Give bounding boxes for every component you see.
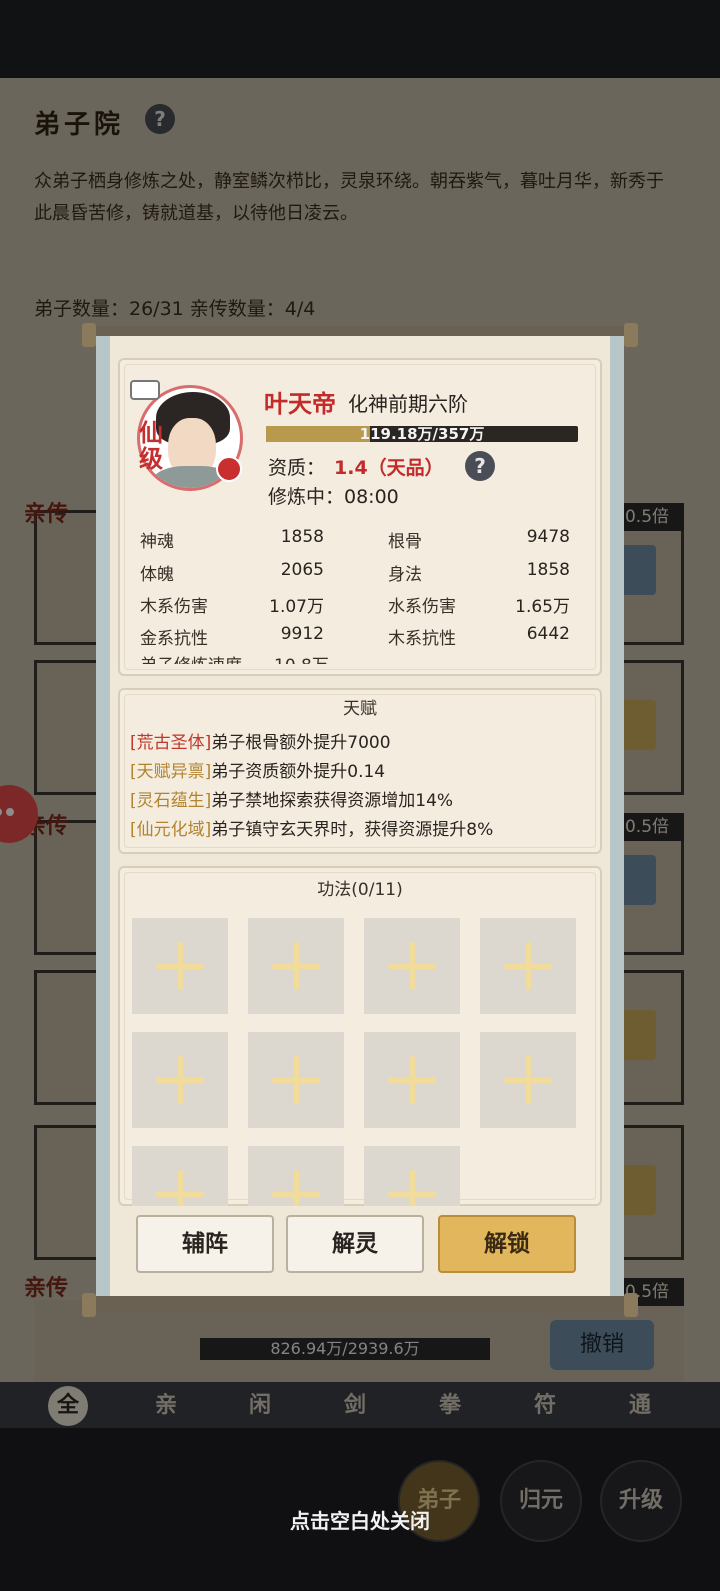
stat-label: 木系伤害 xyxy=(140,597,208,617)
talent-row: [荒古圣体]弟子根骨额外提升7000 xyxy=(130,728,391,753)
talent-row: [天赋异禀]弟子资质额外提升0.14 xyxy=(130,757,385,782)
quality-value: 1.4（天品） xyxy=(334,457,444,479)
skill-slot-add[interactable] xyxy=(364,1146,460,1206)
talent-text: 弟子资质额外提升0.14 xyxy=(211,762,386,782)
stat-label: 神魂 xyxy=(140,532,174,552)
talent-tag: [天赋异禀] xyxy=(130,762,212,782)
stat-value: 1.65万 xyxy=(515,597,570,617)
scroll-edge-left xyxy=(96,336,110,1311)
cultivation-status: 修炼中：08:00 xyxy=(268,486,399,508)
release-button[interactable]: 解灵 xyxy=(286,1215,424,1273)
avatar-badge-icon xyxy=(130,380,160,400)
talent-tag: [灵石蕴生] xyxy=(130,791,212,811)
talent-text: 弟子禁地探索获得资源增加14% xyxy=(211,791,454,811)
skill-slot-add[interactable] xyxy=(364,918,460,1014)
stat-value: 1858 xyxy=(280,527,324,547)
stat-label: 弟子修炼速度 xyxy=(140,654,242,664)
stat-label: 金系抗性 xyxy=(140,629,208,649)
stat-label: 木系抗性 xyxy=(388,629,456,649)
stat-value: 1858 xyxy=(526,560,570,580)
unlock-button[interactable]: 解锁 xyxy=(438,1215,576,1273)
scroll-edge-right xyxy=(610,336,624,1311)
skill-slot-add[interactable] xyxy=(248,1032,344,1128)
quality-label: 资质： xyxy=(268,457,326,479)
skill-slot-add[interactable] xyxy=(480,918,576,1014)
skill-slot-add[interactable] xyxy=(132,1146,228,1206)
skill-slot-grid xyxy=(118,900,602,1206)
skill-slot-add[interactable] xyxy=(248,918,344,1014)
skill-slot-add[interactable] xyxy=(480,1032,576,1128)
skill-slot-add[interactable] xyxy=(132,918,228,1014)
stat-value: 10.8万 xyxy=(274,654,329,664)
talent-row: [仙元化域]弟子镇守玄天界时，获得资源提升8% xyxy=(130,815,493,840)
talent-title: 天赋 xyxy=(343,699,377,719)
close-hint[interactable]: 点击空白处关闭 xyxy=(0,1505,720,1534)
exp-text: 119.18万/357万 xyxy=(359,425,485,443)
talent-tag: [荒古圣体] xyxy=(130,733,212,753)
quality-help-icon[interactable]: ? xyxy=(465,451,495,481)
talent-row: [灵石蕴生]弟子禁地探索获得资源增加14% xyxy=(130,786,453,811)
disciple-name: 叶天帝 xyxy=(264,390,336,418)
stat-value: 2065 xyxy=(280,560,324,580)
stat-label: 体魄 xyxy=(140,565,174,585)
talent-text: 弟子镇守玄天界时，获得资源提升8% xyxy=(211,820,494,840)
scroll-rod-bottom xyxy=(82,1293,638,1317)
stat-value: 9478 xyxy=(526,527,570,547)
skill-slot-add[interactable] xyxy=(364,1032,460,1128)
element-icon xyxy=(216,456,242,482)
stat-label: 身法 xyxy=(388,565,422,585)
stat-row-clipped: 弟子修炼速度 10.8万 xyxy=(138,654,338,664)
rank-label: 仙级 xyxy=(139,419,163,473)
stat-label: 根骨 xyxy=(388,532,422,552)
stat-value: 1.07万 xyxy=(269,597,324,617)
stat-value: 9912 xyxy=(280,624,324,644)
skill-slot-add[interactable] xyxy=(248,1146,344,1206)
formation-button[interactable]: 辅阵 xyxy=(136,1215,274,1273)
skills-title: 功法(0/11) xyxy=(317,880,403,900)
talent-text: 弟子根骨额外提升7000 xyxy=(211,733,391,753)
disciple-realm: 化神前期六阶 xyxy=(348,392,468,416)
stat-value: 6442 xyxy=(526,624,570,644)
skill-slot-add[interactable] xyxy=(132,1032,228,1128)
stat-label: 水系伤害 xyxy=(388,597,456,617)
talent-tag: [仙元化域] xyxy=(130,820,212,840)
